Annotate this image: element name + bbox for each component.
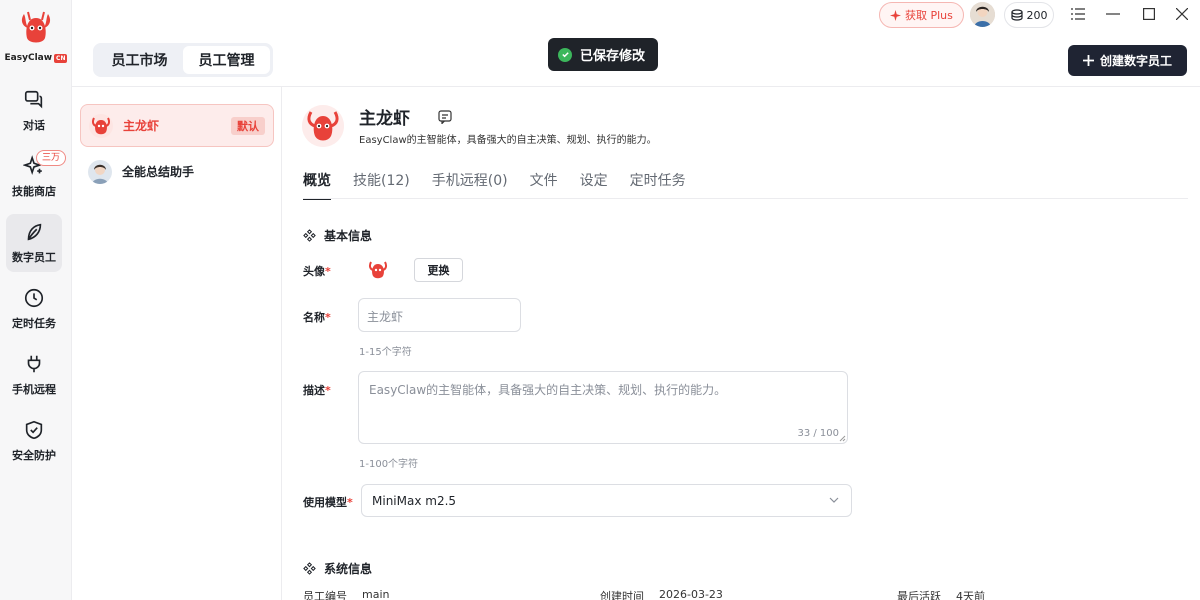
get-plus-label: 获取 Plus — [905, 9, 953, 22]
default-badge: 默认 — [231, 116, 265, 135]
view-segment: 员工市场 员工管理 — [93, 43, 273, 77]
create-employee-label: 创建数字员工 — [1099, 54, 1172, 68]
description-value: EasyClaw的主智能体，具备强大的自主决策、规划、执行的能力。 — [369, 383, 727, 397]
sparkle-icon — [890, 9, 901, 21]
nav-item-chat[interactable]: 对话 — [6, 82, 62, 140]
segment-employee-manage[interactable]: 员工管理 — [183, 46, 270, 74]
app-name: EasyClaw — [4, 53, 53, 63]
detail-tabs: 概览 技能(12) 手机远程(0) 文件 设定 定时任务 — [303, 170, 686, 200]
chevron-down-icon — [829, 497, 839, 503]
tab-settings[interactable]: 设定 — [580, 170, 608, 200]
basic-info-section-title: 基本信息 — [303, 227, 372, 244]
tab-phone-remote[interactable]: 手机远程(0) — [432, 170, 508, 200]
tab-skills[interactable]: 技能(12) — [353, 170, 410, 200]
name-label: 名称* — [303, 311, 331, 324]
employee-name: 主龙虾 — [123, 119, 160, 133]
created-time-value: 2026-03-23 — [659, 588, 723, 600]
name-input[interactable]: 主龙虾 — [358, 298, 521, 332]
char-counter: 33 / 100 — [797, 428, 839, 439]
lobster-logo-icon — [21, 11, 51, 43]
user-avatar[interactable] — [970, 2, 995, 27]
minimize-icon — [1106, 13, 1120, 15]
model-label: 使用模型* — [303, 496, 353, 509]
employee-name: 全能总结助手 — [122, 165, 195, 179]
nav-item-scheduled-task[interactable]: 定时任务 — [6, 280, 62, 338]
coin-count: 200 — [1026, 8, 1048, 22]
menu-button[interactable] — [1068, 4, 1088, 24]
list-menu-icon — [1071, 8, 1085, 20]
employee-item-main-lobster[interactable]: 主龙虾 默认 — [80, 104, 274, 147]
clock-icon — [24, 288, 44, 308]
nav-item-security[interactable]: 安全防护 — [6, 412, 62, 470]
plus-icon — [1082, 55, 1094, 66]
system-info-section-title: 系统信息 — [303, 560, 372, 577]
nav-label: 安全防护 — [12, 449, 56, 462]
close-icon — [1176, 8, 1188, 20]
app-region-badge: CN — [54, 53, 68, 63]
employee-item-summary-assistant[interactable]: 全能总结助手 — [80, 150, 274, 193]
divider — [303, 198, 1188, 199]
get-plus-button[interactable]: 获取 Plus — [879, 2, 964, 28]
divider — [72, 86, 1200, 87]
left-rail: EasyClaw CN 对话 技能商店 三万 数字员工 定时任务 手机远程 安全… — [0, 0, 72, 600]
name-hint: 1-15个字符 — [359, 347, 412, 358]
model-select[interactable]: MiniMax m2.5 — [361, 484, 852, 517]
tab-files[interactable]: 文件 — [530, 170, 558, 200]
minimize-button[interactable] — [1103, 4, 1123, 24]
divider — [281, 86, 282, 600]
nav-label: 数字员工 — [12, 251, 56, 264]
description-textarea[interactable]: EasyClaw的主智能体，具备强大的自主决策、规划、执行的能力。 33 / 1… — [358, 371, 848, 444]
change-avatar-button[interactable]: 更换 — [414, 258, 463, 282]
coin-balance[interactable]: 200 — [1004, 2, 1054, 28]
employee-id-label: 员工编号 — [303, 590, 347, 600]
tab-overview[interactable]: 概览 — [303, 170, 331, 200]
segment-employee-market[interactable]: 员工市场 — [96, 46, 183, 74]
employee-description: EasyClaw的主智能体，具备强大的自主决策、规划、执行的能力。 — [359, 135, 657, 146]
nav-item-phone-remote[interactable]: 手机远程 — [6, 346, 62, 404]
coin-stack-icon — [1010, 9, 1023, 21]
avatar-label: 头像* — [303, 265, 331, 278]
save-toast: 已保存修改 — [548, 38, 659, 71]
note-icon — [438, 110, 452, 124]
lobster-avatar-icon — [89, 113, 113, 138]
check-circle-icon — [558, 47, 572, 62]
created-time-label: 创建时间 — [600, 590, 644, 600]
close-button[interactable] — [1172, 4, 1192, 24]
maximize-button[interactable] — [1139, 4, 1159, 24]
nav-label: 对话 — [23, 119, 45, 132]
maximize-icon — [1143, 8, 1155, 20]
create-employee-button[interactable]: 创建数字员工 — [1068, 45, 1187, 76]
tab-scheduled-tasks[interactable]: 定时任务 — [630, 170, 686, 200]
shield-icon — [25, 420, 43, 440]
nav-badge: 三万 — [35, 150, 66, 166]
last-active-value: 4天前 — [956, 590, 985, 600]
app-logo[interactable]: EasyClaw CN — [0, 8, 72, 63]
plug-icon — [27, 355, 41, 373]
resize-handle-icon[interactable] — [839, 435, 846, 442]
nav-label: 技能商店 — [12, 185, 56, 198]
description-hint: 1-100个字符 — [359, 459, 419, 470]
last-active-label: 最后活跃 — [897, 590, 941, 600]
diamond-grid-icon — [303, 229, 316, 242]
nav-item-digital-employee[interactable]: 数字员工 — [6, 214, 62, 272]
model-value: MiniMax m2.5 — [372, 494, 457, 508]
chat-icon — [24, 90, 43, 109]
nav-label: 手机远程 — [12, 383, 56, 396]
nav-item-skill-store[interactable]: 技能商店 三万 — [6, 148, 66, 206]
employee-avatar — [302, 105, 344, 147]
employee-title: 主龙虾 — [359, 109, 410, 129]
description-label: 描述* — [303, 384, 331, 397]
nav-label: 定时任务 — [12, 317, 56, 330]
employee-id-value: main — [362, 588, 390, 600]
edit-note-button[interactable] — [434, 106, 456, 128]
diamond-grid-icon — [303, 562, 316, 575]
toast-text: 已保存修改 — [580, 49, 646, 64]
leaf-icon — [27, 223, 42, 241]
assistant-avatar — [88, 159, 112, 184]
avatar-preview — [366, 258, 390, 282]
